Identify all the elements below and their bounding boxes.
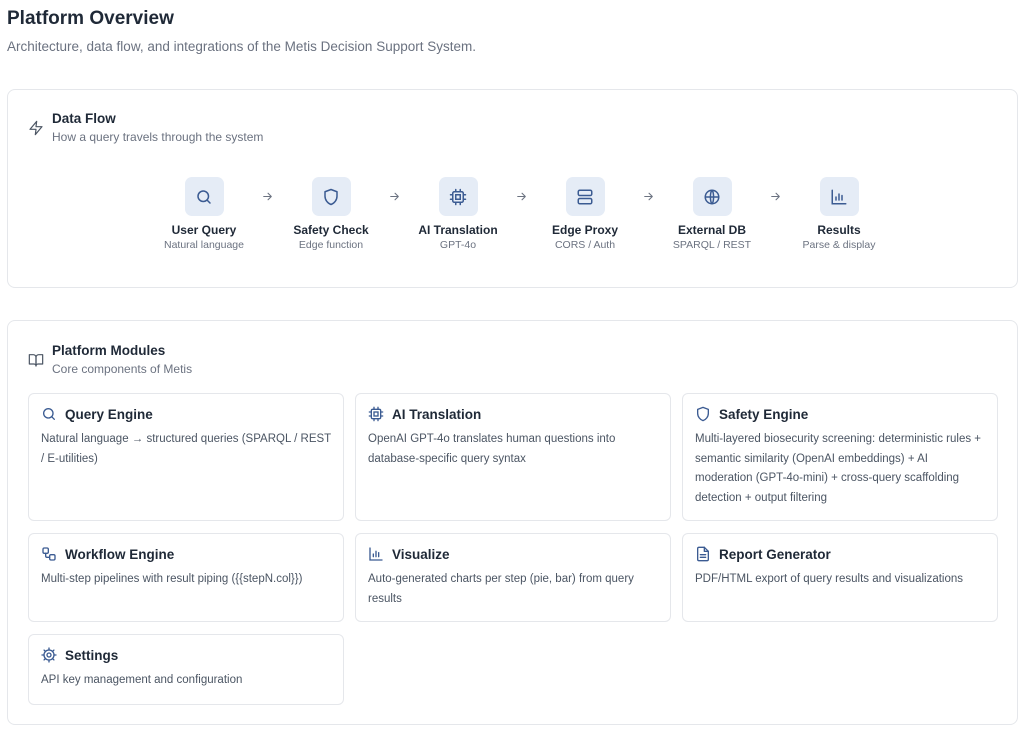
arrow-right-icon (260, 177, 275, 216)
flow-step-sub: Natural language (164, 239, 244, 251)
flow-step-edge-proxy: Edge Proxy CORS / Auth (529, 177, 641, 251)
workflow-icon (41, 546, 57, 562)
cpu-icon (368, 406, 384, 422)
cpu-icon (438, 177, 478, 216)
flow-step-label: Safety Check (293, 223, 369, 237)
file-text-icon (695, 546, 711, 562)
module-card-safety-engine[interactable]: Safety Engine Multi-layered biosecurity … (682, 393, 998, 521)
flow-step-safety-check: Safety Check Edge function (275, 177, 387, 251)
page-subtitle: Architecture, data flow, and integration… (7, 39, 476, 54)
flow-step-label: External DB (677, 223, 747, 237)
flow-step-external-db: External DB SPARQL / REST (656, 177, 768, 251)
search-icon (184, 177, 224, 216)
module-card-visualize[interactable]: Visualize Auto-generated charts per step… (355, 533, 671, 622)
flow-step-label: User Query (171, 223, 237, 237)
flow-step-sub: Edge function (298, 239, 364, 251)
bar-chart-icon (368, 546, 384, 562)
flow-step-sub: CORS / Auth (554, 239, 616, 251)
module-title: AI Translation (392, 406, 482, 422)
globe-icon (692, 177, 732, 216)
gear-icon (41, 647, 57, 663)
arrow-right-icon (768, 177, 783, 216)
module-card-settings[interactable]: Settings API key management and configur… (28, 634, 344, 705)
search-icon (41, 406, 57, 422)
zap-icon (28, 120, 44, 136)
data-flow-subtitle: How a query travels through the system (52, 130, 264, 144)
module-description: OpenAI GPT-4o translates human questions… (368, 433, 616, 465)
arrow-right-icon (387, 177, 402, 216)
module-card-query-engine[interactable]: Query Engine Natural language → structur… (28, 393, 344, 521)
server-icon (565, 177, 605, 216)
module-title: Report Generator (719, 546, 831, 562)
arrow-right-icon (641, 177, 656, 216)
book-open-icon (28, 352, 44, 368)
module-title: Workflow Engine (65, 546, 175, 562)
flow-step-ai-translation: AI Translation GPT-4o (402, 177, 514, 251)
shield-icon (695, 406, 711, 422)
module-description: PDF/HTML export of query results and vis… (695, 573, 964, 585)
module-description: Natural language → structured queries (S… (41, 433, 331, 465)
page-title: Platform Overview (7, 8, 174, 29)
module-title: Settings (65, 647, 119, 663)
data-flow-card: Data Flow How a query travels through th… (7, 89, 1018, 288)
module-card-ai-translation[interactable]: AI Translation OpenAI GPT-4o translates … (355, 393, 671, 521)
platform-modules-title: Platform Modules (52, 343, 166, 358)
bar-chart-icon (819, 177, 859, 216)
arrow-right-icon (514, 177, 529, 216)
module-description: Multi-step pipelines with result piping … (41, 573, 303, 585)
module-card-workflow-engine[interactable]: Workflow Engine Multi-step pipelines wit… (28, 533, 344, 622)
module-title: Query Engine (65, 406, 153, 422)
platform-modules-card: Platform Modules Core components of Meti… (7, 320, 1018, 725)
flow-step-label: AI Translation (418, 223, 498, 237)
shield-icon (311, 177, 351, 216)
flow-step-label: Results (817, 223, 861, 237)
module-description: Auto-generated charts per step (pie, bar… (368, 573, 634, 605)
module-title: Safety Engine (719, 406, 809, 422)
data-flow-title: Data Flow (52, 111, 116, 126)
module-description: API key management and configuration (41, 674, 243, 686)
module-card-report-generator[interactable]: Report Generator PDF/HTML export of quer… (682, 533, 998, 622)
flow-step-results: Results Parse & display (783, 177, 895, 251)
flow-step-sub: SPARQL / REST (672, 239, 752, 251)
data-flow-steps: User Query Natural language Safety Check… (148, 177, 895, 251)
module-title: Visualize (392, 546, 450, 562)
flow-step-sub: GPT-4o (439, 239, 477, 251)
platform-modules-header: Platform Modules Core components of Meti… (28, 342, 192, 378)
module-description: Multi-layered biosecurity screening: det… (695, 433, 982, 504)
flow-step-label: Edge Proxy (551, 223, 619, 237)
flow-step-sub: Parse & display (802, 239, 876, 251)
flow-step-user-query: User Query Natural language (148, 177, 260, 251)
platform-modules-subtitle: Core components of Metis (52, 362, 193, 376)
data-flow-header: Data Flow How a query travels through th… (28, 110, 263, 146)
